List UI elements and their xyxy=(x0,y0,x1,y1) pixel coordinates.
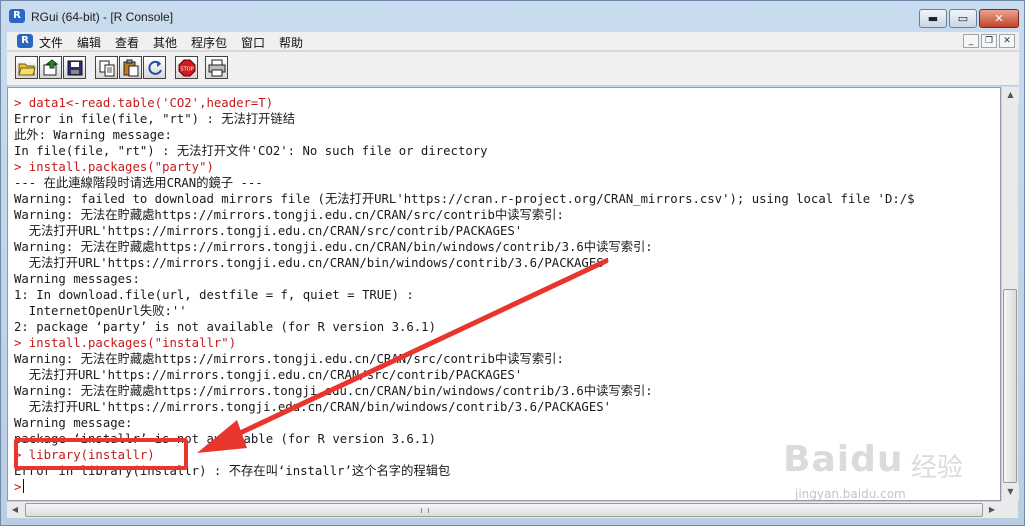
jingyan-label: 经验 xyxy=(911,453,964,483)
watermark-url: jingyan.baidu.com xyxy=(795,487,906,501)
baidu-logo-text: Baidu xyxy=(783,439,904,480)
highlight-box xyxy=(14,438,188,470)
baidu-jingyan-watermark: Baidu 经验 jingyan.baidu.com xyxy=(783,439,963,501)
rgui-window: R RGui (64-bit) - [R Console] ▬ ▭ ✕ R 文件… xyxy=(0,0,1025,526)
